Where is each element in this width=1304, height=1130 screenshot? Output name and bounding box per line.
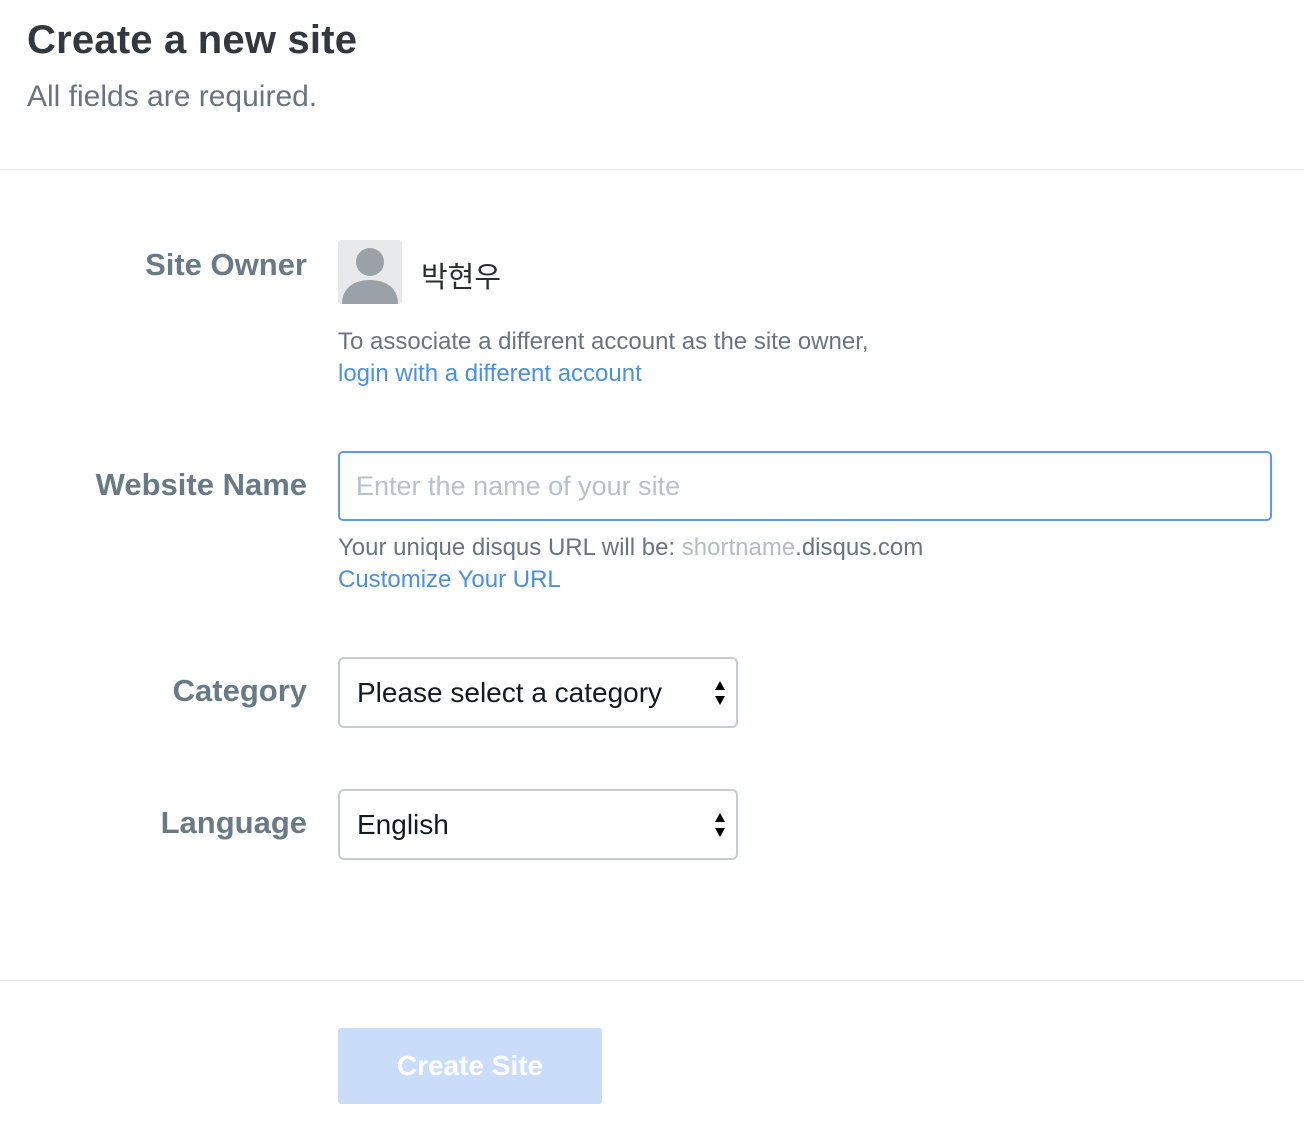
language-label: Language [160,805,307,840]
select-arrows-icon [715,813,725,837]
create-site-button[interactable]: Create Site [338,1028,602,1104]
url-shortname: shortname [681,534,796,561]
language-selected-value: English [357,809,449,840]
owner-help-text: To associate a different account as the … [338,328,869,355]
owner-name: 박현우 [421,260,502,294]
footer-divider [0,980,1304,981]
category-select[interactable]: Please select a category [338,657,738,728]
customize-url-link[interactable]: Customize Your URL [338,564,561,596]
url-preview-text: Your unique disqus URL will be: shortnam… [338,532,923,564]
category-selected-value: Please select a category [357,677,663,708]
user-silhouette-icon [338,240,402,304]
page-title: Create a new site [27,18,358,62]
owner-avatar [338,240,402,304]
select-arrows-icon [715,681,725,705]
website-name-label: Website Name [95,467,307,502]
url-suffix: .disqus.com [795,534,924,561]
website-name-input[interactable] [338,451,1272,521]
site-owner-label: Site Owner [145,247,307,282]
page-subtitle: All fields are required. [27,80,318,113]
language-select[interactable]: English [338,789,738,860]
login-different-account-link[interactable]: login with a different account [338,358,642,390]
category-label: Category [172,673,307,708]
page-header: Create a new site All fields are require… [0,0,1304,170]
url-prefix: Your unique disqus URL will be: [338,534,682,561]
